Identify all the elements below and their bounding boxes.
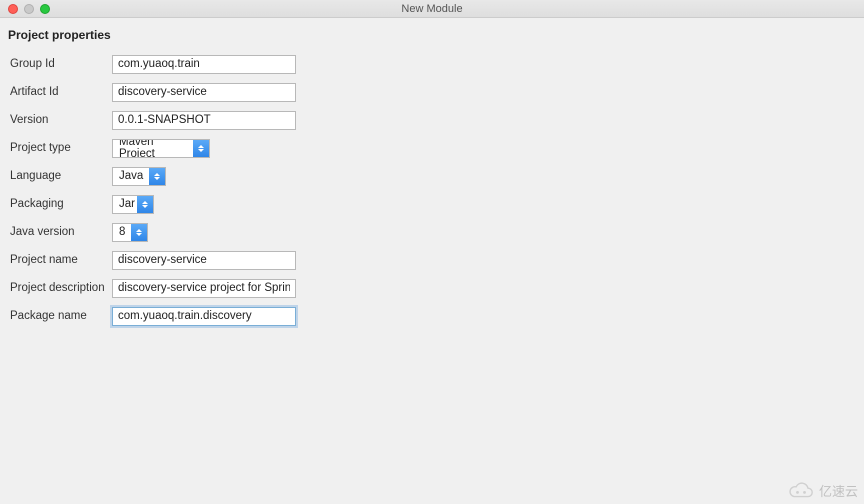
select-language[interactable]: Java — [112, 167, 166, 186]
row-group-id: Group Id — [8, 54, 856, 74]
input-version[interactable] — [112, 111, 296, 130]
window-title: New Module — [0, 3, 864, 15]
input-group-id[interactable] — [112, 55, 296, 74]
label-project-type: Project type — [8, 142, 112, 154]
traffic-lights — [8, 4, 50, 14]
label-artifact-id: Artifact Id — [8, 86, 112, 98]
select-project-type-value: Maven Project — [113, 140, 193, 157]
input-project-description[interactable] — [112, 279, 296, 298]
chevron-updown-icon — [193, 140, 209, 157]
label-package-name: Package name — [8, 310, 112, 322]
input-artifact-id[interactable] — [112, 83, 296, 102]
row-project-type: Project type Maven Project — [8, 138, 856, 158]
label-java-version: Java version — [8, 226, 112, 238]
minimize-icon[interactable] — [24, 4, 34, 14]
label-project-name: Project name — [8, 254, 112, 266]
cloud-icon — [787, 482, 815, 500]
select-project-type[interactable]: Maven Project — [112, 139, 210, 158]
label-language: Language — [8, 170, 112, 182]
chevron-updown-icon — [149, 168, 165, 185]
input-package-name[interactable] — [112, 307, 296, 326]
content-area: Project properties Group Id Artifact Id … — [0, 18, 864, 344]
row-project-name: Project name — [8, 250, 856, 270]
row-artifact-id: Artifact Id — [8, 82, 856, 102]
label-packaging: Packaging — [8, 198, 112, 210]
row-version: Version — [8, 110, 856, 130]
label-project-description: Project description — [8, 282, 112, 294]
watermark-text: 亿速云 — [819, 481, 858, 500]
section-title: Project properties — [8, 28, 856, 42]
chevron-updown-icon — [131, 224, 147, 241]
watermark: 亿速云 — [787, 481, 858, 500]
close-icon[interactable] — [8, 4, 18, 14]
chevron-updown-icon — [137, 196, 153, 213]
maximize-icon[interactable] — [40, 4, 50, 14]
row-packaging: Packaging Jar — [8, 194, 856, 214]
select-java-version[interactable]: 8 — [112, 223, 148, 242]
row-language: Language Java — [8, 166, 856, 186]
window-titlebar: New Module — [0, 0, 864, 18]
label-group-id: Group Id — [8, 58, 112, 70]
row-java-version: Java version 8 — [8, 222, 856, 242]
select-packaging-value: Jar — [113, 196, 137, 213]
select-java-version-value: 8 — [113, 224, 131, 241]
row-package-name: Package name — [8, 306, 856, 326]
row-project-description: Project description — [8, 278, 856, 298]
select-packaging[interactable]: Jar — [112, 195, 154, 214]
select-language-value: Java — [113, 168, 149, 185]
label-version: Version — [8, 114, 112, 126]
input-project-name[interactable] — [112, 251, 296, 270]
